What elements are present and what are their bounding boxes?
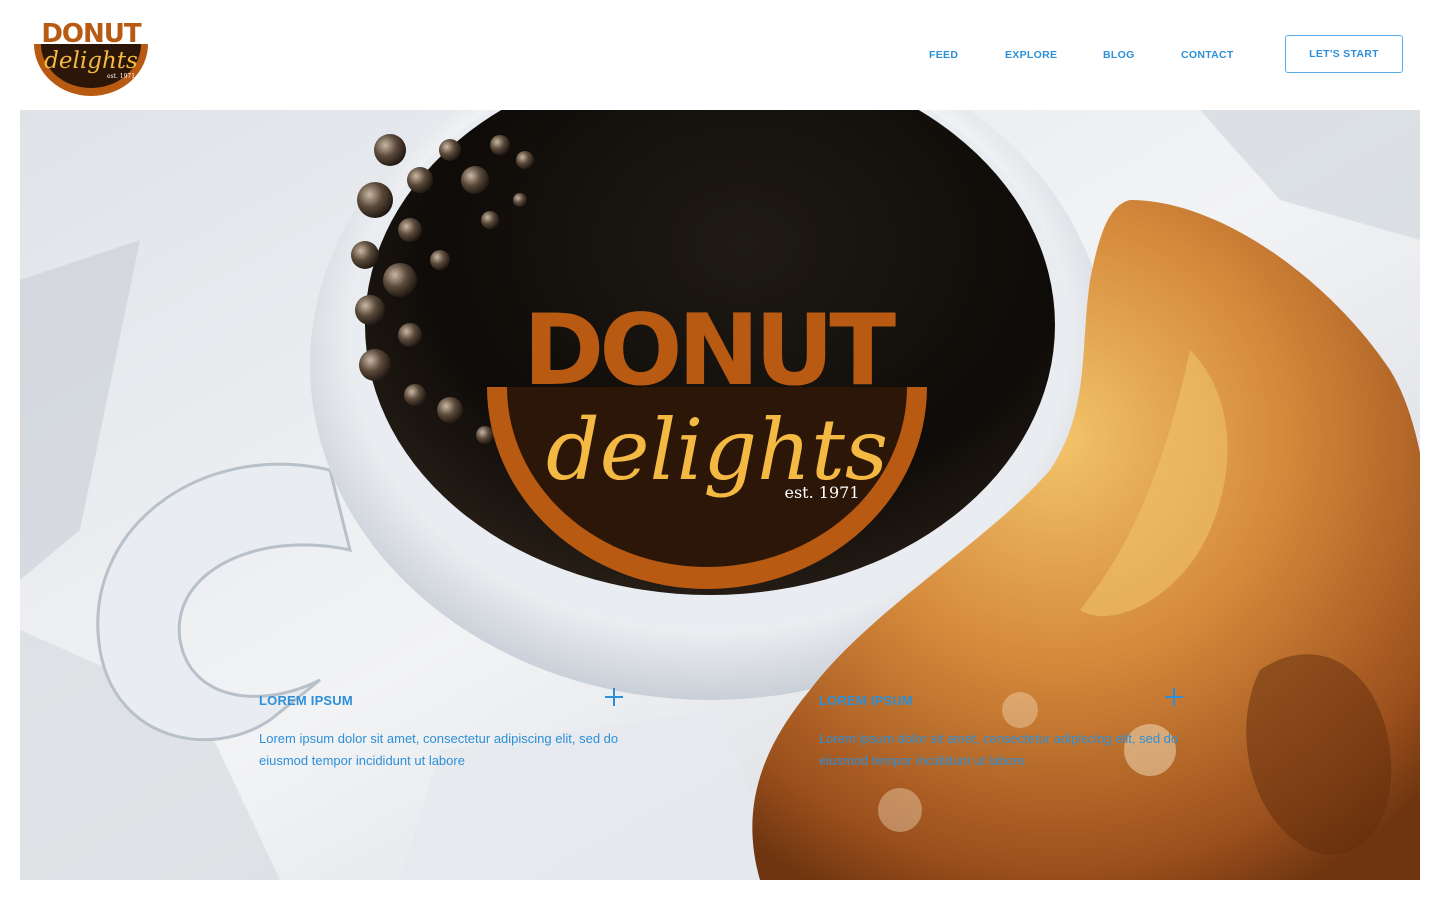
nav-feed[interactable]: FEED (929, 49, 958, 61)
hero-section: DONUT delights est. 1971 LOREM IPSUM Lor… (20, 110, 1420, 880)
brand-logo[interactable]: DONUT delights est. 1971 (30, 14, 152, 100)
feature-title: LOREM IPSUM (259, 693, 353, 708)
lets-start-button[interactable]: LET'S START (1285, 35, 1403, 73)
site-header: DONUT delights est. 1971 FEED EXPLORE BL… (0, 0, 1440, 110)
plus-icon[interactable] (1164, 687, 1184, 707)
feature-text: Lorem ipsum dolor sit amet, consectetur … (819, 731, 1179, 768)
svg-text:est. 1971: est. 1971 (785, 483, 860, 502)
nav-contact[interactable]: CONTACT (1181, 49, 1234, 61)
nav-blog[interactable]: BLOG (1103, 49, 1135, 61)
svg-text:DONUT: DONUT (41, 19, 142, 49)
feature-title: LOREM IPSUM (819, 693, 913, 708)
nav-explore[interactable]: EXPLORE (1005, 49, 1057, 61)
feature-text: Lorem ipsum dolor sit amet, consectetur … (259, 731, 619, 768)
svg-text:DONUT: DONUT (523, 294, 896, 408)
hero-brand-logo: DONUT delights est. 1971 (487, 294, 927, 589)
plus-icon[interactable] (604, 687, 624, 707)
svg-text:est. 1971: est. 1971 (107, 73, 135, 80)
svg-text:delights: delights (44, 48, 138, 74)
